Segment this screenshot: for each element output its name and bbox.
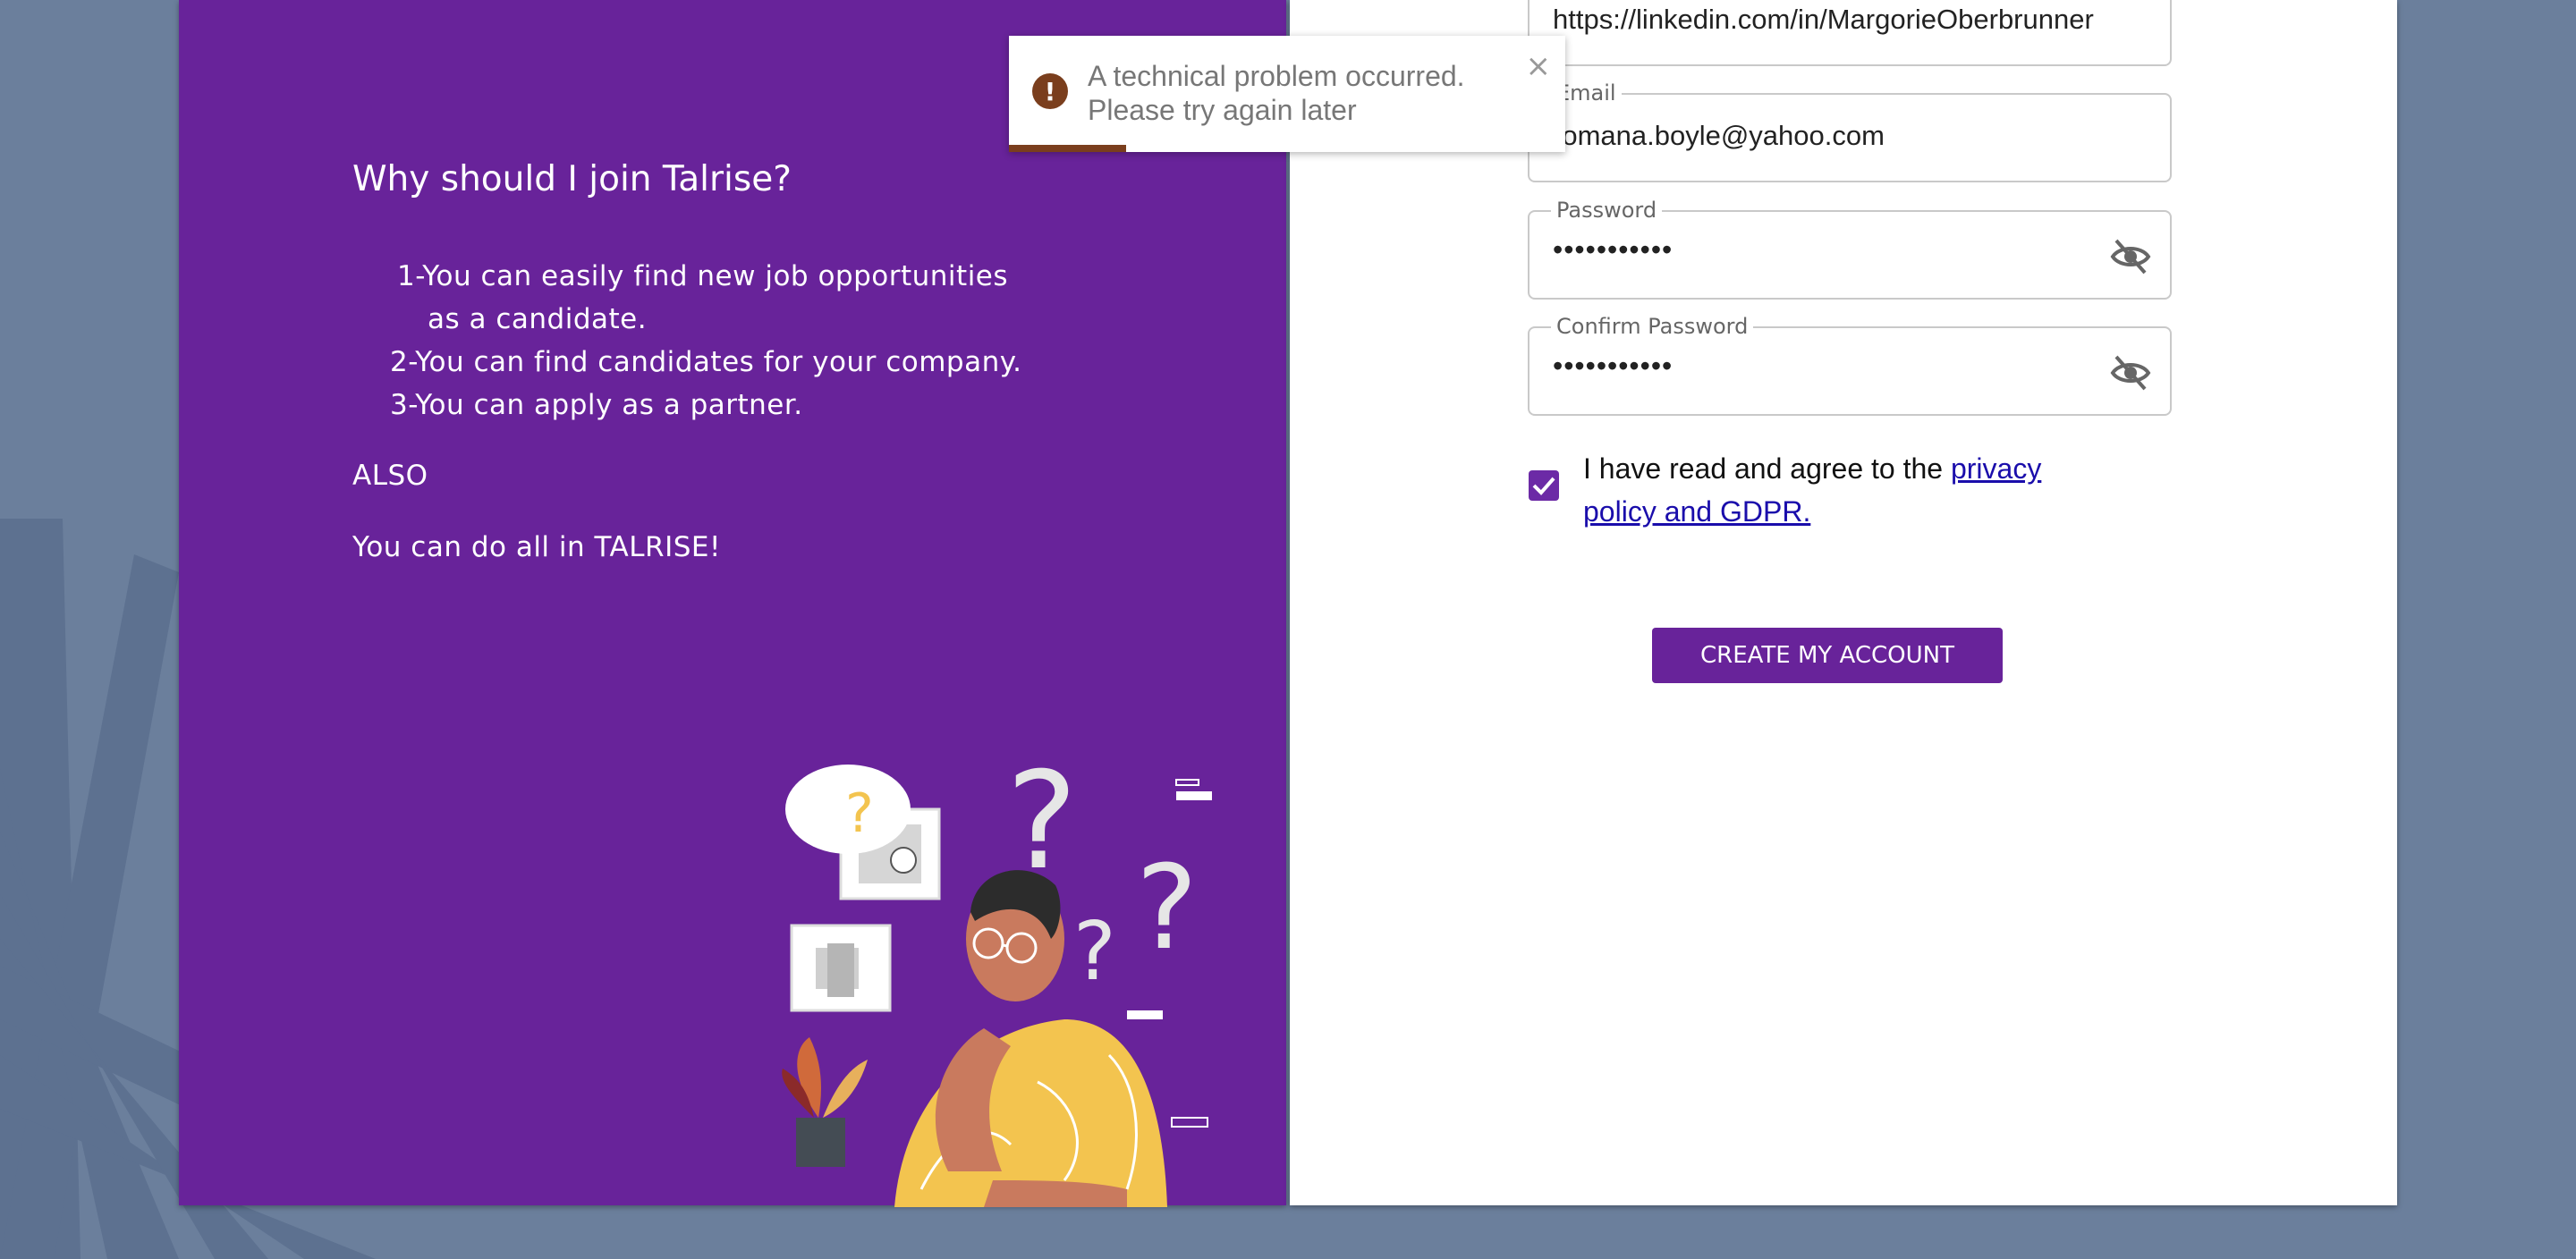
linkedin-input[interactable]: https://linkedin.com/in/MargorieOberbrun…	[1553, 4, 2143, 36]
password-label: Password	[1551, 198, 1663, 223]
privacy-agreement: I have read and agree to the privacy pol…	[1583, 447, 2120, 533]
confirm-password-label: Confirm Password	[1551, 314, 1754, 339]
eye-off-icon[interactable]	[2109, 353, 2152, 393]
svg-text:?: ?	[1073, 905, 1116, 999]
benefit-item: 2-You can find candidates for your compa…	[390, 346, 1022, 378]
email-field[interactable]: Email romana.boyle@yahoo.com	[1528, 80, 2172, 182]
benefit-item: 1-You can easily find new job opportunit…	[397, 260, 1009, 335]
confirm-password-field[interactable]: Confirm Password •••••••••••	[1528, 314, 2172, 416]
agreement-text: I have read and agree to the	[1583, 452, 1951, 485]
privacy-checkbox[interactable]	[1529, 470, 1559, 501]
tagline: You can do all in TALRISE!	[352, 531, 721, 563]
thinking-person-illustration: ? ? ? ?	[782, 760, 1212, 1207]
question-mark: ?	[845, 782, 874, 845]
password-field[interactable]: Password •••••••••••	[1528, 198, 2172, 300]
also-label: ALSO	[352, 460, 428, 492]
linkedin-field[interactable]: https://linkedin.com/in/MargorieOberbrun…	[1528, 0, 2172, 66]
checkmark-icon	[1532, 477, 1555, 495]
benefit-item: 3-You can apply as a partner.	[390, 389, 803, 421]
email-input[interactable]: romana.boyle@yahoo.com	[1553, 120, 2143, 152]
close-icon[interactable]: ×	[1526, 48, 1552, 84]
confirm-password-input[interactable]: •••••••••••	[1553, 350, 2143, 383]
error-toast: ! A technical problem occurred. Please t…	[1009, 36, 1565, 152]
create-account-button[interactable]: CREATE MY ACCOUNT	[1652, 628, 2003, 683]
eye-off-icon[interactable]	[2109, 237, 2152, 276]
toast-progress-bar	[1009, 145, 1126, 152]
toast-message: A technical problem occurred. Please try…	[1088, 60, 1465, 126]
panel-title: Why should I join Talrise?	[352, 159, 792, 199]
exclamation-icon: !	[1032, 73, 1068, 109]
svg-text:?: ?	[1136, 840, 1198, 976]
benefits-list: 1-You can easily find new job opportunit…	[390, 255, 1070, 427]
password-input[interactable]: •••••••••••	[1553, 233, 2143, 266]
